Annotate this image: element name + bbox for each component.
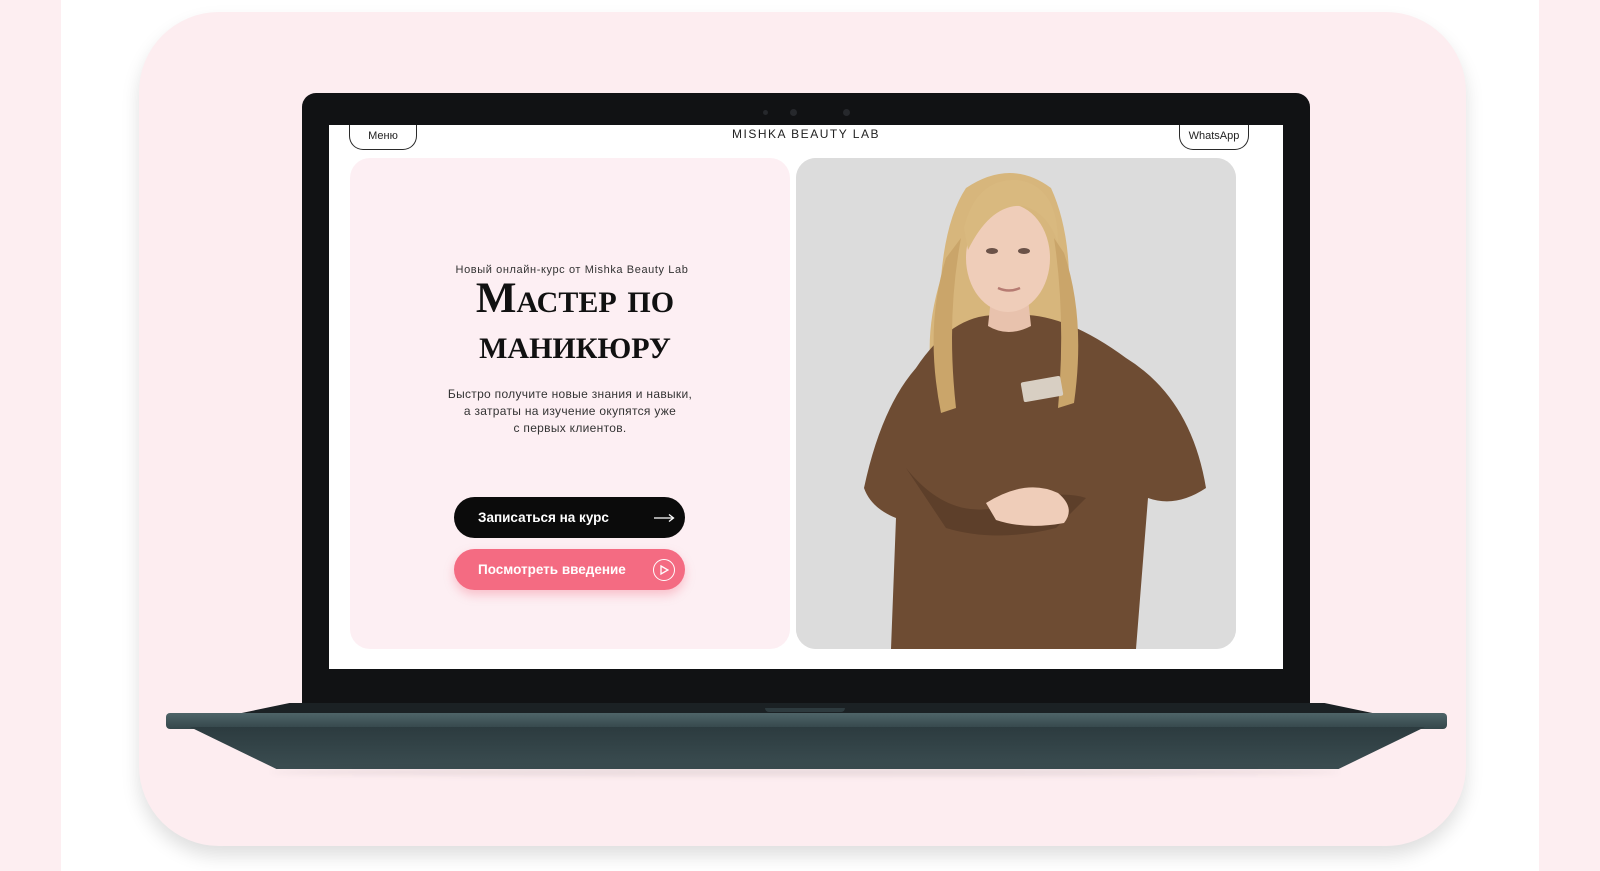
instructor-photo	[796, 158, 1236, 649]
camera-icon	[790, 109, 797, 116]
site-header: Меню MISHKA BEAUTY LAB WhatsApp	[329, 125, 1283, 155]
sensor-icon	[843, 109, 850, 116]
enroll-button-label: Записаться на курс	[478, 510, 609, 525]
arrow-right-icon	[654, 513, 675, 522]
hero-description: Быстро получите новые знания и навыки, а…	[425, 386, 715, 437]
laptop-notch	[765, 708, 845, 712]
laptop-base-bottom	[190, 727, 1425, 769]
whatsapp-button[interactable]: WhatsApp	[1179, 125, 1249, 150]
brand-logo[interactable]: MISHKA BEAUTY LAB	[329, 127, 1283, 141]
laptop-shadow	[270, 768, 1340, 776]
hero-title-line: Мастер по	[475, 275, 675, 322]
description-line: с первых клиентов.	[513, 421, 627, 435]
laptop-lid: Меню MISHKA BEAUTY LAB WhatsApp Новый он…	[302, 93, 1310, 705]
hero-title-line: маникюру	[479, 321, 671, 368]
laptop-base	[166, 713, 1447, 729]
description-line: Быстро получите новые знания и навыки,	[447, 387, 693, 401]
watch-intro-button-label: Посмотреть введение	[478, 562, 626, 577]
hero-text-panel: Новый онлайн-курс от Mishka Beauty Lab М…	[350, 158, 790, 649]
play-circle-icon	[653, 558, 675, 581]
enroll-button[interactable]: Записаться на курс	[454, 497, 685, 538]
hero-title: Мастер по маникюру	[390, 276, 760, 368]
sensor-icon	[763, 110, 768, 115]
hero-photo-panel	[796, 158, 1236, 649]
watch-intro-button[interactable]: Посмотреть введение	[454, 549, 685, 590]
description-line: а затраты на изучение окупятся уже	[463, 404, 677, 418]
laptop-screen: Меню MISHKA BEAUTY LAB WhatsApp Новый он…	[329, 125, 1283, 669]
